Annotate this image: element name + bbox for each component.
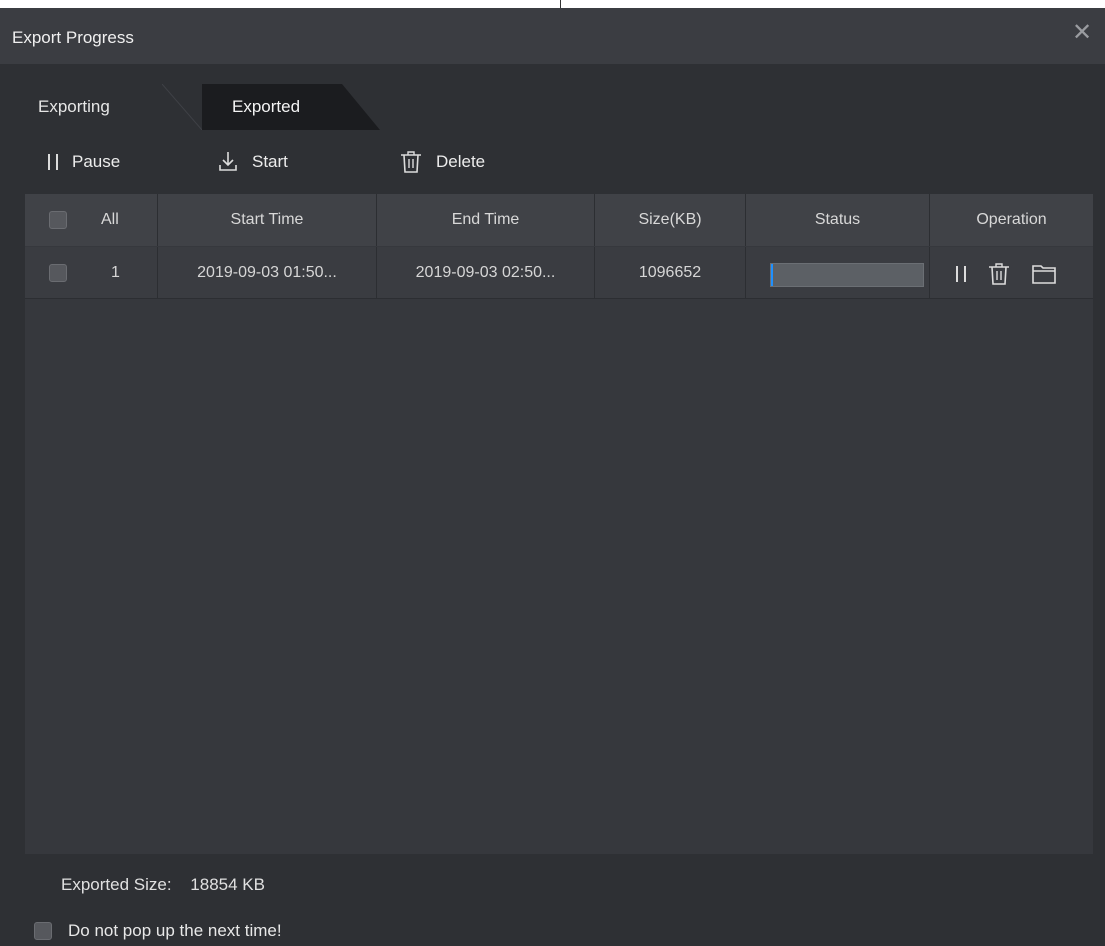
table-header: All Start Time End Time Size(KB) Status …: [25, 194, 1093, 246]
select-all-checkbox[interactable]: [49, 211, 67, 229]
header-start-time: Start Time: [158, 194, 377, 246]
exported-size-label: Exported Size:: [61, 875, 172, 894]
exported-size-value: 18854 KB: [190, 875, 265, 894]
row-status: [746, 247, 930, 299]
status-progress-bar: [770, 263, 924, 287]
pause-icon[interactable]: [956, 266, 966, 282]
window-top-edge: [0, 0, 1105, 8]
toolbar: Pause Start Delete: [0, 146, 1105, 178]
no-popup-option[interactable]: Do not pop up the next time!: [34, 921, 282, 941]
no-popup-label: Do not pop up the next time!: [68, 921, 282, 940]
folder-icon[interactable]: [1032, 264, 1056, 284]
row-start-time: 2019-09-03 01:50...: [158, 247, 377, 299]
delete-button[interactable]: Delete: [400, 146, 485, 178]
table-row[interactable]: 1 2019-09-03 01:50... 2019-09-03 02:50..…: [25, 247, 1093, 299]
tab-bar: Exporting Exported: [0, 84, 1105, 130]
row-size: 1096652: [595, 247, 746, 299]
progress-fill: [771, 264, 773, 286]
header-all-cell: All: [25, 194, 158, 246]
export-table: All Start Time End Time Size(KB) Status …: [25, 194, 1093, 854]
header-size: Size(KB): [595, 194, 746, 246]
close-icon[interactable]: ✕: [1071, 21, 1093, 45]
export-progress-dialog: Export Progress ✕ Exporting Exported Pau…: [0, 8, 1105, 946]
row-checkbox[interactable]: [49, 264, 67, 282]
start-label: Start: [252, 152, 288, 171]
no-popup-checkbox[interactable]: [34, 922, 52, 940]
header-operation: Operation: [976, 211, 1047, 228]
row-index: 1: [111, 264, 120, 281]
tab-separator: [162, 84, 202, 130]
delete-label: Delete: [436, 152, 486, 171]
row-end-time: 2019-09-03 02:50...: [377, 247, 595, 299]
start-button[interactable]: Start: [218, 146, 288, 178]
pause-icon: [48, 154, 58, 170]
pause-label: Pause: [72, 152, 121, 171]
title-bar: Export Progress ✕: [0, 8, 1105, 64]
trash-icon[interactable]: [988, 263, 1010, 285]
header-status: Status: [746, 194, 930, 246]
row-select-cell: 1: [25, 247, 158, 299]
pause-button[interactable]: Pause: [48, 146, 120, 178]
header-all: All: [101, 211, 119, 228]
edge-tick: [560, 0, 561, 8]
download-icon: [218, 151, 238, 173]
header-end-time: End Time: [377, 194, 595, 246]
tab-exported[interactable]: Exported: [202, 84, 380, 130]
exported-size: Exported Size: 18854 KB: [61, 875, 265, 895]
dialog-title: Export Progress: [12, 28, 134, 47]
trash-icon: [400, 151, 422, 173]
row-operation: [930, 247, 1093, 299]
